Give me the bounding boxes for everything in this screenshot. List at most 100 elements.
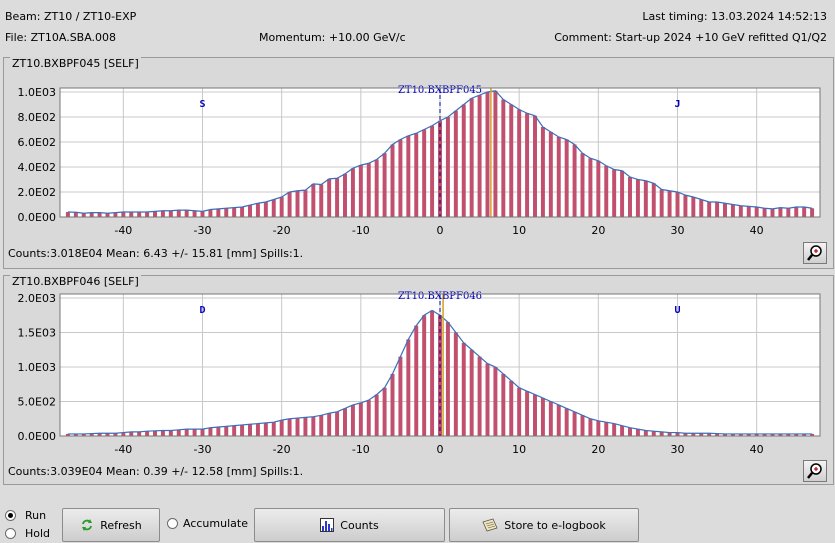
histogram-bar [184,210,189,217]
histogram-bar [802,207,807,217]
histogram-bar [398,139,403,217]
profile-panel-bxbpf046: ZT10.BXBPF046 [SELF] 0.0E00 5.0E02 1.0E03 1… [3,275,834,485]
zoom-icon [807,463,822,479]
histogram-bar [580,415,585,436]
accumulate-radio[interactable] [167,518,178,529]
hold-radio[interactable] [5,528,16,539]
histogram-bar [168,210,173,217]
profile-chart-bxbpf046: 0.0E00 5.0E02 1.0E03 1.5E03 2.0E03 -40 -30 -20 -… [18,291,821,456]
histogram-bar [414,325,419,436]
histogram-bar [493,367,498,436]
histogram-bar [279,420,284,436]
histogram-bar [770,208,775,217]
histogram-bar [501,373,506,436]
elogbook-label: Store to e-logbook [504,518,606,532]
file-label: File: ZT10A.SBA.008 [5,31,117,44]
counts-button[interactable]: Counts [254,508,445,542]
y-tick-label: 5.0E02 [18,396,56,409]
zoom-icon [807,245,822,261]
histogram-bar [596,420,601,436]
histogram-bar [390,144,395,217]
histogram-bar [335,411,340,436]
histogram-bar [620,170,625,217]
histogram-bar [485,363,490,436]
histogram-bar [438,315,442,436]
store-elogbook-button[interactable]: Store to e-logbook [449,508,639,542]
histogram-bar [651,431,656,436]
histogram-bar [540,127,545,217]
histogram-bar [184,429,189,436]
zoom-button[interactable] [803,242,827,264]
counts-label: Counts [340,518,379,532]
beam-label: Beam: ZT10 / ZT10-EXP [5,10,137,23]
histogram-bar [754,207,759,217]
histogram-bar [635,429,640,436]
histogram-bar [556,404,561,436]
x-tick-label: 0 [437,443,444,456]
histogram-bar [248,205,252,217]
histogram-bar [635,179,640,217]
left-marker: S [199,99,205,110]
histogram-icon [320,518,335,532]
histogram-bar [366,163,371,217]
histogram-bar [667,190,672,217]
x-tick-label: 20 [591,443,605,456]
histogram-bar [525,113,530,217]
histogram-bar [493,90,498,217]
histogram-bar [675,192,680,217]
histogram-bar [390,373,395,436]
histogram-bar [406,339,411,436]
x-tick-label: 10 [512,443,526,456]
y-tick-label: 0.0E00 [18,211,56,224]
histogram-bar [311,416,316,436]
left-marker: D [199,305,205,316]
histogram-bar [216,427,221,436]
comment-label: Comment: Start-up 2024 +10 GeV refitted … [554,31,827,44]
histogram-bar [319,184,324,217]
right-marker: U [674,305,680,316]
y-tick-label: 1.5E03 [18,327,56,340]
histogram-bar [382,153,387,217]
histogram-bar [445,322,450,436]
monitor-label: ZT10.BXBPF046 [398,291,482,302]
run-radio[interactable] [5,510,16,521]
monitor-label: ZT10.BXBPF045 [398,85,482,96]
histogram-bar [525,391,530,436]
x-tick-label: 30 [671,443,685,456]
histogram-bar [612,169,617,217]
histogram-bar [153,430,157,436]
histogram-bar [533,394,537,436]
panel-status: Counts:3.039E04 Mean: 0.39 +/- 12.58 [mm… [8,465,304,478]
histogram-bar [168,430,173,436]
histogram-bar [445,117,450,217]
histogram-bar [263,422,268,436]
x-tick-label: -10 [352,224,370,237]
histogram-bar [778,207,783,217]
histogram-bar [723,203,727,217]
zoom-button[interactable] [803,460,827,482]
histogram-bar [232,207,237,217]
histogram-bar [176,429,181,436]
histogram-bar [335,178,340,217]
histogram-bar [303,417,308,436]
x-tick-label: 30 [671,224,685,237]
momentum-label: Momentum: +10.00 GeV/c [259,31,406,44]
run-label: Run [25,509,47,522]
histogram-bar [160,210,165,217]
histogram-bar [208,427,213,436]
histogram-bar [200,211,205,217]
histogram-bar [240,207,245,217]
histogram-bar [580,153,585,217]
histogram-bar [738,205,743,217]
x-tick-label: 40 [750,443,764,456]
histogram-bar [786,208,791,217]
profile-chart-bxbpf045: 0.0E00 2.0E02 4.0E02 6.0E02 8.0E02 1.0E03 -40 -… [18,85,821,237]
refresh-button[interactable]: Refresh [62,508,160,542]
histogram-bar [145,212,150,217]
histogram-bar [461,104,466,217]
histogram-bar [137,431,142,436]
histogram-bar [295,418,300,436]
histogram-bar [691,197,696,217]
histogram-bar [255,423,260,436]
histogram-bar [192,429,197,436]
